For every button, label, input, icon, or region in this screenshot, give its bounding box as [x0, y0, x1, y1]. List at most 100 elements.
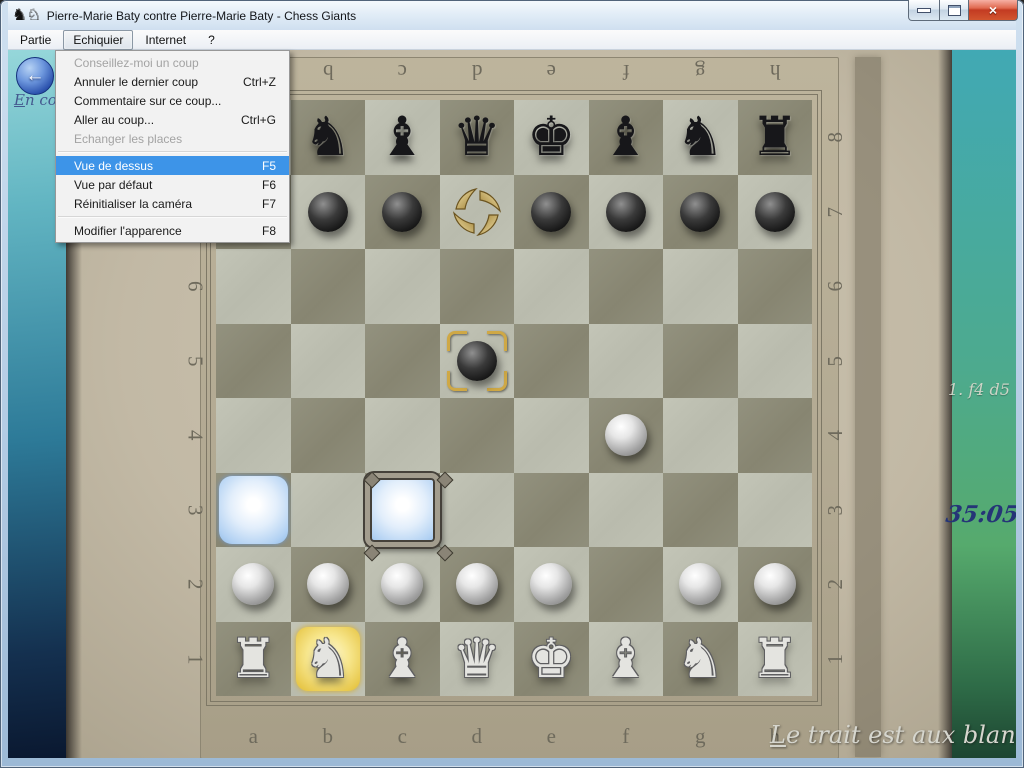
- menubar-item-partie[interactable]: Partie: [10, 30, 61, 50]
- piece-black-bishop-c8[interactable]: ♝: [365, 100, 440, 175]
- menu-item-label: Aller au coup...: [74, 113, 229, 127]
- square-c5[interactable]: [365, 324, 440, 399]
- square-f2[interactable]: [589, 547, 664, 622]
- square-g3[interactable]: [663, 473, 738, 548]
- minimize-button[interactable]: [908, 0, 940, 21]
- piece-white-pawn-c2[interactable]: [365, 547, 440, 622]
- square-e5[interactable]: [514, 324, 589, 399]
- close-button[interactable]: ×: [969, 0, 1018, 21]
- piece-black-pawn-d5[interactable]: [440, 324, 515, 399]
- square-g5[interactable]: [663, 324, 738, 399]
- piece-white-pawn-f4[interactable]: [589, 398, 664, 473]
- square-e4[interactable]: [514, 398, 589, 473]
- piece-white-pawn-d2[interactable]: [440, 547, 515, 622]
- black-pawn-icon: [680, 192, 720, 232]
- menu-item-conseillezmoi-un-coup[interactable]: Conseillez-moi un coup: [56, 53, 289, 72]
- white-bishop-icon: ♝: [378, 622, 426, 696]
- piece-white-pawn-g2[interactable]: [663, 547, 738, 622]
- piece-white-rook-h1[interactable]: ♜: [738, 622, 813, 697]
- piece-white-pawn-e2[interactable]: [514, 547, 589, 622]
- piece-black-rook-h8[interactable]: ♜: [738, 100, 813, 175]
- menu-item-echanger-les-places[interactable]: Echanger les places: [56, 129, 289, 148]
- piece-white-bishop-f1[interactable]: ♝: [589, 622, 664, 697]
- menu-item-vue-par-defaut[interactable]: Vue par défautF6: [56, 175, 289, 194]
- rank-label-right-4: 4: [798, 422, 873, 448]
- menu-item-modifier-lapparence[interactable]: Modifier l'apparenceF8: [56, 221, 289, 240]
- menu-item-label: Annuler le dernier coup: [74, 75, 231, 89]
- piece-black-queen-d8[interactable]: ♛: [440, 100, 515, 175]
- app-icon-knights: ♞♘: [12, 8, 41, 24]
- menubar-item-?[interactable]: ?: [198, 30, 225, 50]
- piece-black-pawn-h7[interactable]: [738, 175, 813, 250]
- file-label-bottom-d: d: [440, 722, 515, 750]
- square-b3[interactable]: [291, 473, 366, 548]
- menu-item-annuler-le-dernier-coup[interactable]: Annuler le dernier coupCtrl+Z: [56, 72, 289, 91]
- square-b5[interactable]: [291, 324, 366, 399]
- square-c6[interactable]: [365, 249, 440, 324]
- white-pawn-icon: [381, 563, 423, 605]
- back-button[interactable]: ←: [16, 57, 54, 95]
- chess-giants-window: ← En cours ♜♞♝♛♚♝♞♜♜♞♝♛♚♝♞♜ aabbccddeeff…: [0, 0, 1024, 768]
- white-pawn-icon: [307, 563, 349, 605]
- cursor-frame: [365, 473, 440, 548]
- menu-item-commentaire-sur-ce-coup[interactable]: Commentaire sur ce coup...: [56, 91, 289, 110]
- file-label-bottom-b: b: [291, 722, 366, 750]
- menu-item-reinitialiser-la-camera[interactable]: Réinitialiser la caméraF7: [56, 194, 289, 213]
- square-d3[interactable]: [440, 473, 515, 548]
- menu-item-aller-au-coup[interactable]: Aller au coup...Ctrl+G: [56, 110, 289, 129]
- black-queen-icon: ♛: [453, 100, 501, 174]
- white-pawn-icon: [754, 563, 796, 605]
- piece-black-knight-g8[interactable]: ♞: [663, 100, 738, 175]
- black-knight-icon: ♞: [304, 100, 352, 174]
- rank-label-left-6: 6: [158, 273, 233, 299]
- piece-black-pawn-f7[interactable]: [589, 175, 664, 250]
- piece-white-pawn-a2[interactable]: [216, 547, 291, 622]
- piece-black-pawn-g7[interactable]: [663, 175, 738, 250]
- menu-item-label: Echanger les places: [74, 132, 264, 146]
- square-g6[interactable]: [663, 249, 738, 324]
- square-c4[interactable]: [365, 398, 440, 473]
- menu-item-vue-de-dessus[interactable]: Vue de dessusF5: [56, 156, 289, 175]
- file-label-top-e: e: [514, 58, 589, 86]
- piece-black-bishop-f8[interactable]: ♝: [589, 100, 664, 175]
- square-d6[interactable]: [440, 249, 515, 324]
- file-label-bottom-g: g: [663, 722, 738, 750]
- move-list: 1. f4 d5: [948, 380, 1016, 399]
- piece-black-pawn-c7[interactable]: [365, 175, 440, 250]
- piece-white-bishop-c1[interactable]: ♝: [365, 622, 440, 697]
- rank-label-right-5: 5: [798, 348, 873, 374]
- menubar-item-echiquier[interactable]: Echiquier: [63, 30, 133, 50]
- piece-white-knight-b1[interactable]: ♞: [291, 622, 366, 697]
- square-b4[interactable]: [291, 398, 366, 473]
- piece-black-pawn-b7[interactable]: [291, 175, 366, 250]
- piece-white-rook-a1[interactable]: ♜: [216, 622, 291, 697]
- square-f5[interactable]: [589, 324, 664, 399]
- piece-white-pawn-h2[interactable]: [738, 547, 813, 622]
- maximize-button[interactable]: [940, 0, 969, 21]
- menu-item-label: Conseillez-moi un coup: [74, 56, 264, 70]
- square-d4[interactable]: [440, 398, 515, 473]
- piece-white-king-e1[interactable]: ♚: [514, 622, 589, 697]
- titlebar[interactable]: ♞♘ Pierre-Marie Baty contre Pierre-Marie…: [8, 1, 1016, 31]
- square-e3[interactable]: [514, 473, 589, 548]
- menubar-item-internet[interactable]: Internet: [135, 30, 196, 50]
- square-f3[interactable]: [589, 473, 664, 548]
- square-g4[interactable]: [663, 398, 738, 473]
- menu-separator: [58, 151, 287, 153]
- square-f6[interactable]: [589, 249, 664, 324]
- piece-black-pawn-e7[interactable]: [514, 175, 589, 250]
- black-pawn-icon: [382, 192, 422, 232]
- square-e6[interactable]: [514, 249, 589, 324]
- menu-item-label: Réinitialiser la caméra: [74, 197, 250, 211]
- white-rook-icon: ♜: [751, 622, 799, 696]
- piece-black-knight-b8[interactable]: ♞: [291, 100, 366, 175]
- piece-white-knight-g1[interactable]: ♞: [663, 622, 738, 697]
- menu-item-shortcut: F8: [262, 224, 276, 238]
- file-label-top-f: f: [589, 58, 664, 86]
- chess-board: ♜♞♝♛♚♝♞♜♜♞♝♛♚♝♞♜: [216, 100, 812, 696]
- piece-white-queen-d1[interactable]: ♛: [440, 622, 515, 697]
- piece-white-pawn-b2[interactable]: [291, 547, 366, 622]
- black-pawn-icon: [606, 192, 646, 232]
- square-b6[interactable]: [291, 249, 366, 324]
- piece-black-king-e8[interactable]: ♚: [514, 100, 589, 175]
